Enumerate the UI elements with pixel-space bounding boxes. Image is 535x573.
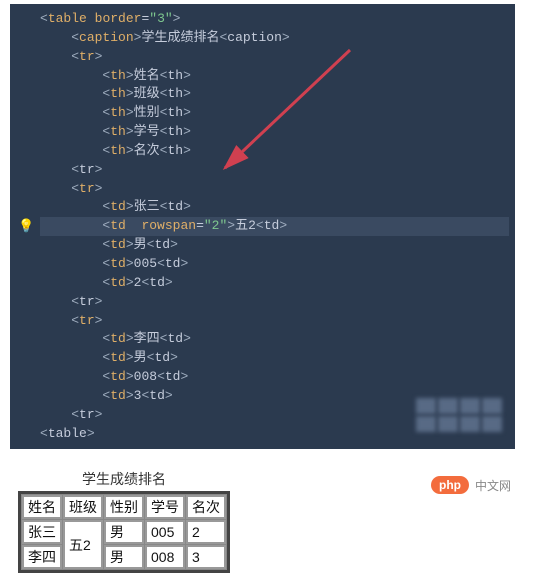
table-row: 李四 男0083: [22, 545, 226, 569]
table-cell: 李四: [22, 545, 62, 569]
table-header-row: 姓名班级性别学号名次: [22, 495, 226, 519]
code-line: 💡 <td rowspan="2">五2<td>: [40, 217, 509, 236]
code-line: <tr>: [40, 48, 509, 67]
code-line: <td>005<td>: [40, 255, 509, 274]
table-cell: 005: [145, 520, 185, 544]
table-cell: 男: [104, 545, 144, 569]
code-line: <caption>学生成绩排名<caption>: [40, 29, 509, 48]
code-editor: <table border="3"> <caption>学生成绩排名<capti…: [10, 4, 515, 449]
table-row: 张三五2男0052: [22, 520, 226, 544]
code-line: <tr>: [40, 293, 509, 312]
code-line: <th>学号<th>: [40, 123, 509, 142]
table-cell: 2: [186, 520, 226, 544]
brand-pill: php: [431, 476, 469, 494]
code-line: <td>男<td>: [40, 236, 509, 255]
table-cell: 张三: [22, 520, 62, 544]
code-line: <tr>: [40, 161, 509, 180]
code-line: <th>班级<th>: [40, 85, 509, 104]
brand-text: 中文网: [475, 477, 511, 494]
table-caption: 学生成绩排名: [18, 467, 230, 491]
lightbulb-icon: 💡: [18, 218, 34, 237]
table-header-cell: 姓名: [22, 495, 62, 519]
table-header-cell: 性别: [104, 495, 144, 519]
code-line: <td>008<td>: [40, 368, 509, 387]
table-cell: 男: [104, 520, 144, 544]
code-line: <table border="3">: [40, 10, 509, 29]
code-line: <th>性别<th>: [40, 104, 509, 123]
code-line: <th>名次<th>: [40, 142, 509, 161]
table-cell: 3: [186, 545, 226, 569]
student-rank-table: 学生成绩排名 姓名班级性别学号名次 张三五2男0052 李四 男0083: [18, 467, 230, 573]
code-line: <td>张三<td>: [40, 198, 509, 217]
watermark-blur: [415, 397, 505, 433]
code-line: <td>男<td>: [40, 349, 509, 368]
table-cell: 008: [145, 545, 185, 569]
code-line: <td>2<td>: [40, 274, 509, 293]
code-line: <td>李四<td>: [40, 330, 509, 349]
code-line: <tr>: [40, 180, 509, 199]
table-header-cell: 学号: [145, 495, 185, 519]
table-header-cell: 班级: [63, 495, 103, 519]
code-line: <tr>: [40, 312, 509, 331]
code-line: <th>姓名<th>: [40, 67, 509, 86]
table-header-cell: 名次: [186, 495, 226, 519]
brand-badge: php 中文网: [431, 476, 511, 494]
table-cell: 五2: [63, 520, 103, 569]
